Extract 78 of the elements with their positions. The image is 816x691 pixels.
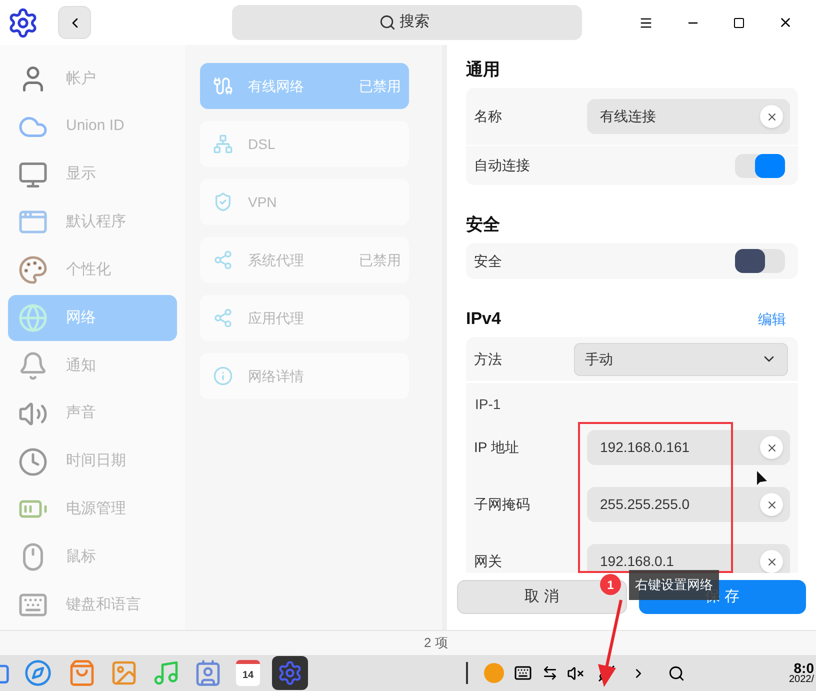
text-input[interactable]: 192.168.0.161 xyxy=(600,437,760,458)
clock-icon xyxy=(18,446,48,477)
network-menu-item[interactable]: VPN xyxy=(200,179,409,225)
sidebar-item[interactable]: 显示 xyxy=(8,152,177,198)
item-count: 2 项 xyxy=(424,634,448,652)
field-label: 自动连接 xyxy=(474,156,530,175)
close-icon[interactable] xyxy=(778,15,793,30)
share-icon xyxy=(213,250,233,270)
close-icon xyxy=(766,110,778,122)
section-title: 安全 xyxy=(466,214,500,236)
network-menu-item[interactable]: 系统代理 已禁用 xyxy=(200,237,409,283)
method-dropdown[interactable]: 手动 xyxy=(574,342,788,376)
toggle-switch[interactable] xyxy=(735,154,785,178)
toggle-switch[interactable] xyxy=(735,249,785,273)
section-title: IPv4 xyxy=(466,308,501,330)
sidebar-item[interactable]: 个性化 xyxy=(8,247,177,294)
sidebar-item[interactable]: 通知 xyxy=(8,342,177,389)
globe-icon xyxy=(18,303,48,334)
gear-icon[interactable] xyxy=(272,656,308,690)
network-menu-item[interactable]: DSL xyxy=(200,121,409,167)
sidebar-item[interactable]: 声音 xyxy=(8,390,177,437)
search-field[interactable]: 搜索 xyxy=(400,11,436,34)
text-field[interactable]: 255.255.255.0 xyxy=(587,487,790,522)
maximize-icon[interactable] xyxy=(733,16,745,28)
clear-button[interactable] xyxy=(760,550,783,573)
palette-icon xyxy=(18,255,48,286)
text-input[interactable]: 有线连接 xyxy=(600,106,760,127)
group-label: IP-1 xyxy=(475,395,501,414)
search-icon[interactable] xyxy=(668,664,685,682)
field-label: IP 地址 xyxy=(474,438,519,457)
bell-icon xyxy=(18,350,48,381)
text-field[interactable]: 有线连接 xyxy=(587,99,790,134)
calendar-icon[interactable]: 14 xyxy=(236,660,260,686)
browser-icon[interactable] xyxy=(24,659,52,687)
volume-muted-icon[interactable] xyxy=(567,664,584,682)
sidebar-item[interactable]: 电源管理 xyxy=(8,486,177,532)
contacts-icon[interactable] xyxy=(194,659,222,687)
status-label: 已禁用 xyxy=(359,250,401,270)
field-label: 方法 xyxy=(474,350,502,368)
network-menu-item[interactable]: 有线网络 已禁用 xyxy=(200,63,409,109)
clear-button[interactable] xyxy=(760,493,783,516)
clear-button[interactable] xyxy=(760,436,783,459)
sidebar-item[interactable]: 鼠标 xyxy=(8,534,177,580)
mouse-pointer-icon xyxy=(756,470,768,488)
search-bar[interactable]: 搜索 xyxy=(232,5,582,40)
info-icon xyxy=(213,366,233,386)
sidebar-item[interactable]: 帐户 xyxy=(8,56,177,102)
clear-button[interactable] xyxy=(760,105,783,128)
close-icon xyxy=(766,556,778,568)
sidebar-item[interactable]: Union ID xyxy=(8,104,177,150)
clock-date: 2022/ xyxy=(788,675,814,685)
nodes-icon xyxy=(213,308,233,328)
sidebar-item[interactable]: 时间日期 xyxy=(8,438,177,484)
sidebar-item[interactable]: 网络 xyxy=(8,295,177,341)
text-field[interactable]: 192.168.0.1 xyxy=(587,544,790,573)
network-menu-item[interactable]: 网络详情 xyxy=(200,353,409,399)
clock-time: 8:0 xyxy=(794,661,814,675)
monitor-icon xyxy=(18,160,48,190)
keyboard-icon[interactable] xyxy=(514,664,532,682)
network-menu-item[interactable]: 应用代理 xyxy=(200,295,409,341)
sidebar-item[interactable]: 默认程序 xyxy=(8,199,177,246)
section-title: 通用 xyxy=(466,59,500,82)
text-input[interactable]: 255.255.255.0 xyxy=(600,494,760,515)
menu-icon[interactable] xyxy=(639,16,653,30)
field-label: 子网掩码 xyxy=(474,495,530,514)
sidebar-item[interactable]: 键盘和语言 xyxy=(8,582,177,628)
field-label: 安全 xyxy=(474,252,502,270)
status-label: 已禁用 xyxy=(359,76,401,96)
search-icon xyxy=(378,14,396,31)
text-field[interactable]: 192.168.0.161 xyxy=(587,430,790,465)
field-label: 名称 xyxy=(474,107,502,126)
transfer-icon[interactable] xyxy=(542,665,558,681)
edit-link[interactable]: 编辑 xyxy=(758,308,786,330)
close-icon xyxy=(766,498,778,510)
gear-logo-icon xyxy=(7,6,39,38)
close-icon xyxy=(766,442,778,454)
text-input[interactable]: 192.168.0.1 xyxy=(600,551,760,572)
field-label: 网关 xyxy=(474,552,502,571)
